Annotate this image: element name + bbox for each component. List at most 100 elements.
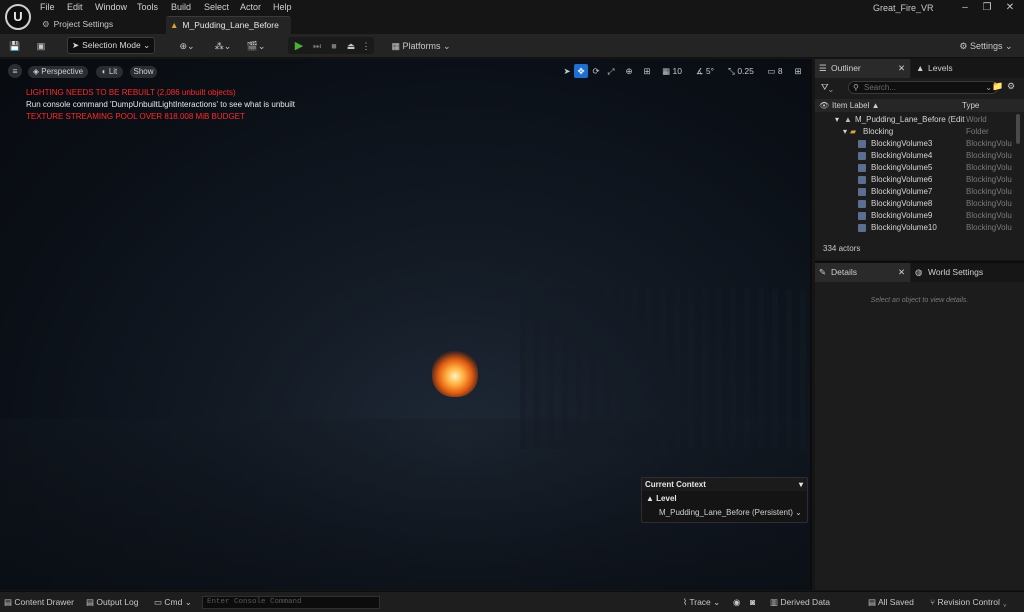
maximize-icon[interactable]: ❐ <box>976 1 998 15</box>
chevron-down-icon[interactable]: ⌄ <box>985 82 992 93</box>
scale-snap-button[interactable]: ⤡ 0.25 <box>724 64 758 78</box>
tab-level[interactable]: ▲ M_Pudding_Lane_Before <box>166 16 291 34</box>
play-options-icon[interactable]: ⋮ <box>361 38 371 54</box>
visibility-icon[interactable]: 👁 <box>819 99 829 112</box>
content-drawer-label: Content Drawer <box>14 597 74 607</box>
derived-data-label: Derived Data <box>780 597 831 607</box>
filter-button[interactable]: ⛛⌄ <box>821 82 843 94</box>
save-status-button[interactable]: ▤ All Saved <box>868 596 914 609</box>
translate-tool-icon[interactable]: ✥ <box>574 64 588 78</box>
menu-tools[interactable]: Tools <box>137 2 158 12</box>
content-drawer-button[interactable]: ▤ Content Drawer <box>4 596 74 609</box>
expand-arrow-icon[interactable]: ▾ <box>843 126 847 138</box>
blueprint-button[interactable]: ⁂⌄ <box>210 38 236 54</box>
tree-row[interactable]: BlockingVolume7 BlockingVolu <box>815 186 1015 198</box>
status-bar: ▤ Content Drawer ▤ Output Log ▭ Cmd ⌄ En… <box>0 591 1024 612</box>
tree-row-world[interactable]: ▾ ▲ M_Pudding_Lane_Before (Edit World <box>815 114 1015 126</box>
blocking-volume-icon <box>858 164 866 172</box>
record-icon[interactable]: ◉ <box>733 596 740 609</box>
fire-light <box>432 351 478 397</box>
surface-snap-icon[interactable]: ⊞ <box>640 64 654 78</box>
outliner-panel: ☰ Outliner ✕ ▲ Levels ⛛⌄ ⚲ Search... ⌄ 📁 ⚙… <box>815 59 1024 260</box>
menu-window[interactable]: Window <box>95 2 127 12</box>
trace-dropdown[interactable]: ⌇ Trace ⌄ <box>683 596 720 609</box>
viewport-menu-icon[interactable]: ≡ <box>8 64 22 78</box>
save-icon[interactable]: 💾 <box>8 38 22 54</box>
add-folder-icon[interactable]: 📁 <box>992 81 1004 92</box>
menu-file[interactable]: File <box>40 2 55 12</box>
console-input[interactable]: Enter Console Command <box>202 596 380 609</box>
show-button[interactable]: Show <box>130 66 157 78</box>
close-tab-icon[interactable]: ✕ <box>898 263 905 282</box>
tree-row[interactable]: BlockingVolume4 BlockingVolu <box>815 150 1015 162</box>
play-icon[interactable]: ▶ <box>292 38 306 54</box>
outliner-search-input[interactable]: ⚲ Search... ⌄ <box>848 81 998 94</box>
add-actor-button[interactable]: ⊕⌄ <box>174 38 200 54</box>
menu-actor[interactable]: Actor <box>240 2 261 12</box>
cinematics-button[interactable]: 🎬⌄ <box>243 38 269 54</box>
cmd-dropdown[interactable]: ▭ Cmd ⌄ <box>154 596 192 609</box>
context-level-value: M_Pudding_Lane_Before (Persistent) <box>659 508 793 517</box>
lit-icon: ◐ <box>101 67 107 76</box>
expand-arrow-icon[interactable]: ▾ <box>835 114 839 126</box>
selection-mode-dropdown[interactable]: ➤ Selection Mode ⌄ <box>67 37 155 54</box>
tree-row[interactable]: BlockingVolume10 BlockingVolu <box>815 222 1015 234</box>
collapse-icon[interactable]: ▾ <box>799 478 803 491</box>
menu-edit[interactable]: Edit <box>67 2 83 12</box>
tab-project-settings-label: Project Settings <box>53 19 114 29</box>
outliner-settings-icon[interactable]: ⚙ <box>1007 81 1019 92</box>
scale-snap-value: 0.25 <box>737 66 754 76</box>
outliner-scrollbar[interactable] <box>1016 114 1020 144</box>
pencil-icon: ✎ <box>819 267 827 277</box>
revision-control-dropdown[interactable]: ⑂ Revision Control ⌄ <box>930 596 1007 609</box>
rotate-tool-icon[interactable]: ⟳ <box>589 64 603 78</box>
cube-icon: ◈ <box>32 67 40 76</box>
menu-select[interactable]: Select <box>204 2 229 12</box>
tree-row[interactable]: BlockingVolume9 BlockingVolu <box>815 210 1015 222</box>
tab-details[interactable]: ✎ Details ✕ <box>815 263 910 282</box>
column-item-label[interactable]: Item Label ▲ <box>832 99 880 112</box>
eject-icon[interactable]: ⏏ <box>344 38 358 54</box>
camera-icon[interactable]: ◙ <box>750 596 755 609</box>
minimize-icon[interactable]: – <box>954 1 976 15</box>
tree-row-label: BlockingVolume8 <box>871 199 933 208</box>
camera-speed-button[interactable]: ▭ 8 <box>764 64 786 78</box>
tree-row[interactable]: BlockingVolume6 BlockingVolu <box>815 174 1015 186</box>
browse-icon[interactable]: ▣ <box>34 38 48 54</box>
select-tool-icon[interactable]: ➤ <box>561 64 573 78</box>
column-type[interactable]: Type <box>962 99 979 112</box>
tree-row-label: BlockingVolume9 <box>871 211 933 220</box>
platforms-button[interactable]: ▦ Platforms ⌄ <box>390 38 452 54</box>
grid-snap-button[interactable]: ▦ 10 <box>658 64 686 78</box>
unreal-logo-icon[interactable]: U <box>5 4 31 30</box>
advance-frame-icon[interactable]: ⏭ <box>310 38 324 54</box>
rotation-snap-button[interactable]: ∡ 5° <box>692 64 718 78</box>
stop-icon[interactable]: ■ <box>327 38 341 54</box>
close-tab-icon[interactable]: ✕ <box>898 59 905 78</box>
menu-build[interactable]: Build <box>171 2 191 12</box>
settings-button[interactable]: ⚙ Settings ⌄ <box>956 38 1016 54</box>
tab-levels[interactable]: ▲ Levels <box>911 59 1024 78</box>
close-icon[interactable]: ✕ <box>999 1 1021 15</box>
tab-world-settings[interactable]: ◍ World Settings <box>911 263 1024 282</box>
tree-row-label: BlockingVolume7 <box>871 187 933 196</box>
perspective-button[interactable]: ◈ Perspective <box>28 66 88 78</box>
texture-warning: TEXTURE STREAMING POOL OVER 818.008 MiB … <box>26 112 245 121</box>
tree-row-folder[interactable]: ▾ ▰ Blocking Folder <box>815 126 1015 138</box>
tree-row-type: BlockingVolu <box>966 139 1012 148</box>
tree-row[interactable]: BlockingVolume8 BlockingVolu <box>815 198 1015 210</box>
tree-row-type: BlockingVolu <box>966 187 1012 196</box>
tree-row-label: M_Pudding_Lane_Before (Edit <box>855 115 965 124</box>
menu-help[interactable]: Help <box>273 2 292 12</box>
maximize-viewport-icon[interactable]: ⊞ <box>791 64 805 78</box>
lit-button[interactable]: ◐ Lit <box>96 66 123 78</box>
tree-row[interactable]: BlockingVolume5 BlockingVolu <box>815 162 1015 174</box>
derived-data-button[interactable]: ▥ Derived Data <box>770 596 830 609</box>
output-log-button[interactable]: ▤ Output Log <box>86 596 138 609</box>
world-space-icon[interactable]: ⊕ <box>622 64 636 78</box>
context-level-dropdown[interactable]: M_Pudding_Lane_Before (Persistent) ⌄ <box>659 508 802 517</box>
tree-row[interactable]: BlockingVolume3 BlockingVolu <box>815 138 1015 150</box>
scale-tool-icon[interactable]: ⤢ <box>604 64 618 78</box>
tab-project-settings[interactable]: ⚙ Project Settings <box>38 16 162 34</box>
tab-outliner[interactable]: ☰ Outliner ✕ <box>815 59 910 78</box>
